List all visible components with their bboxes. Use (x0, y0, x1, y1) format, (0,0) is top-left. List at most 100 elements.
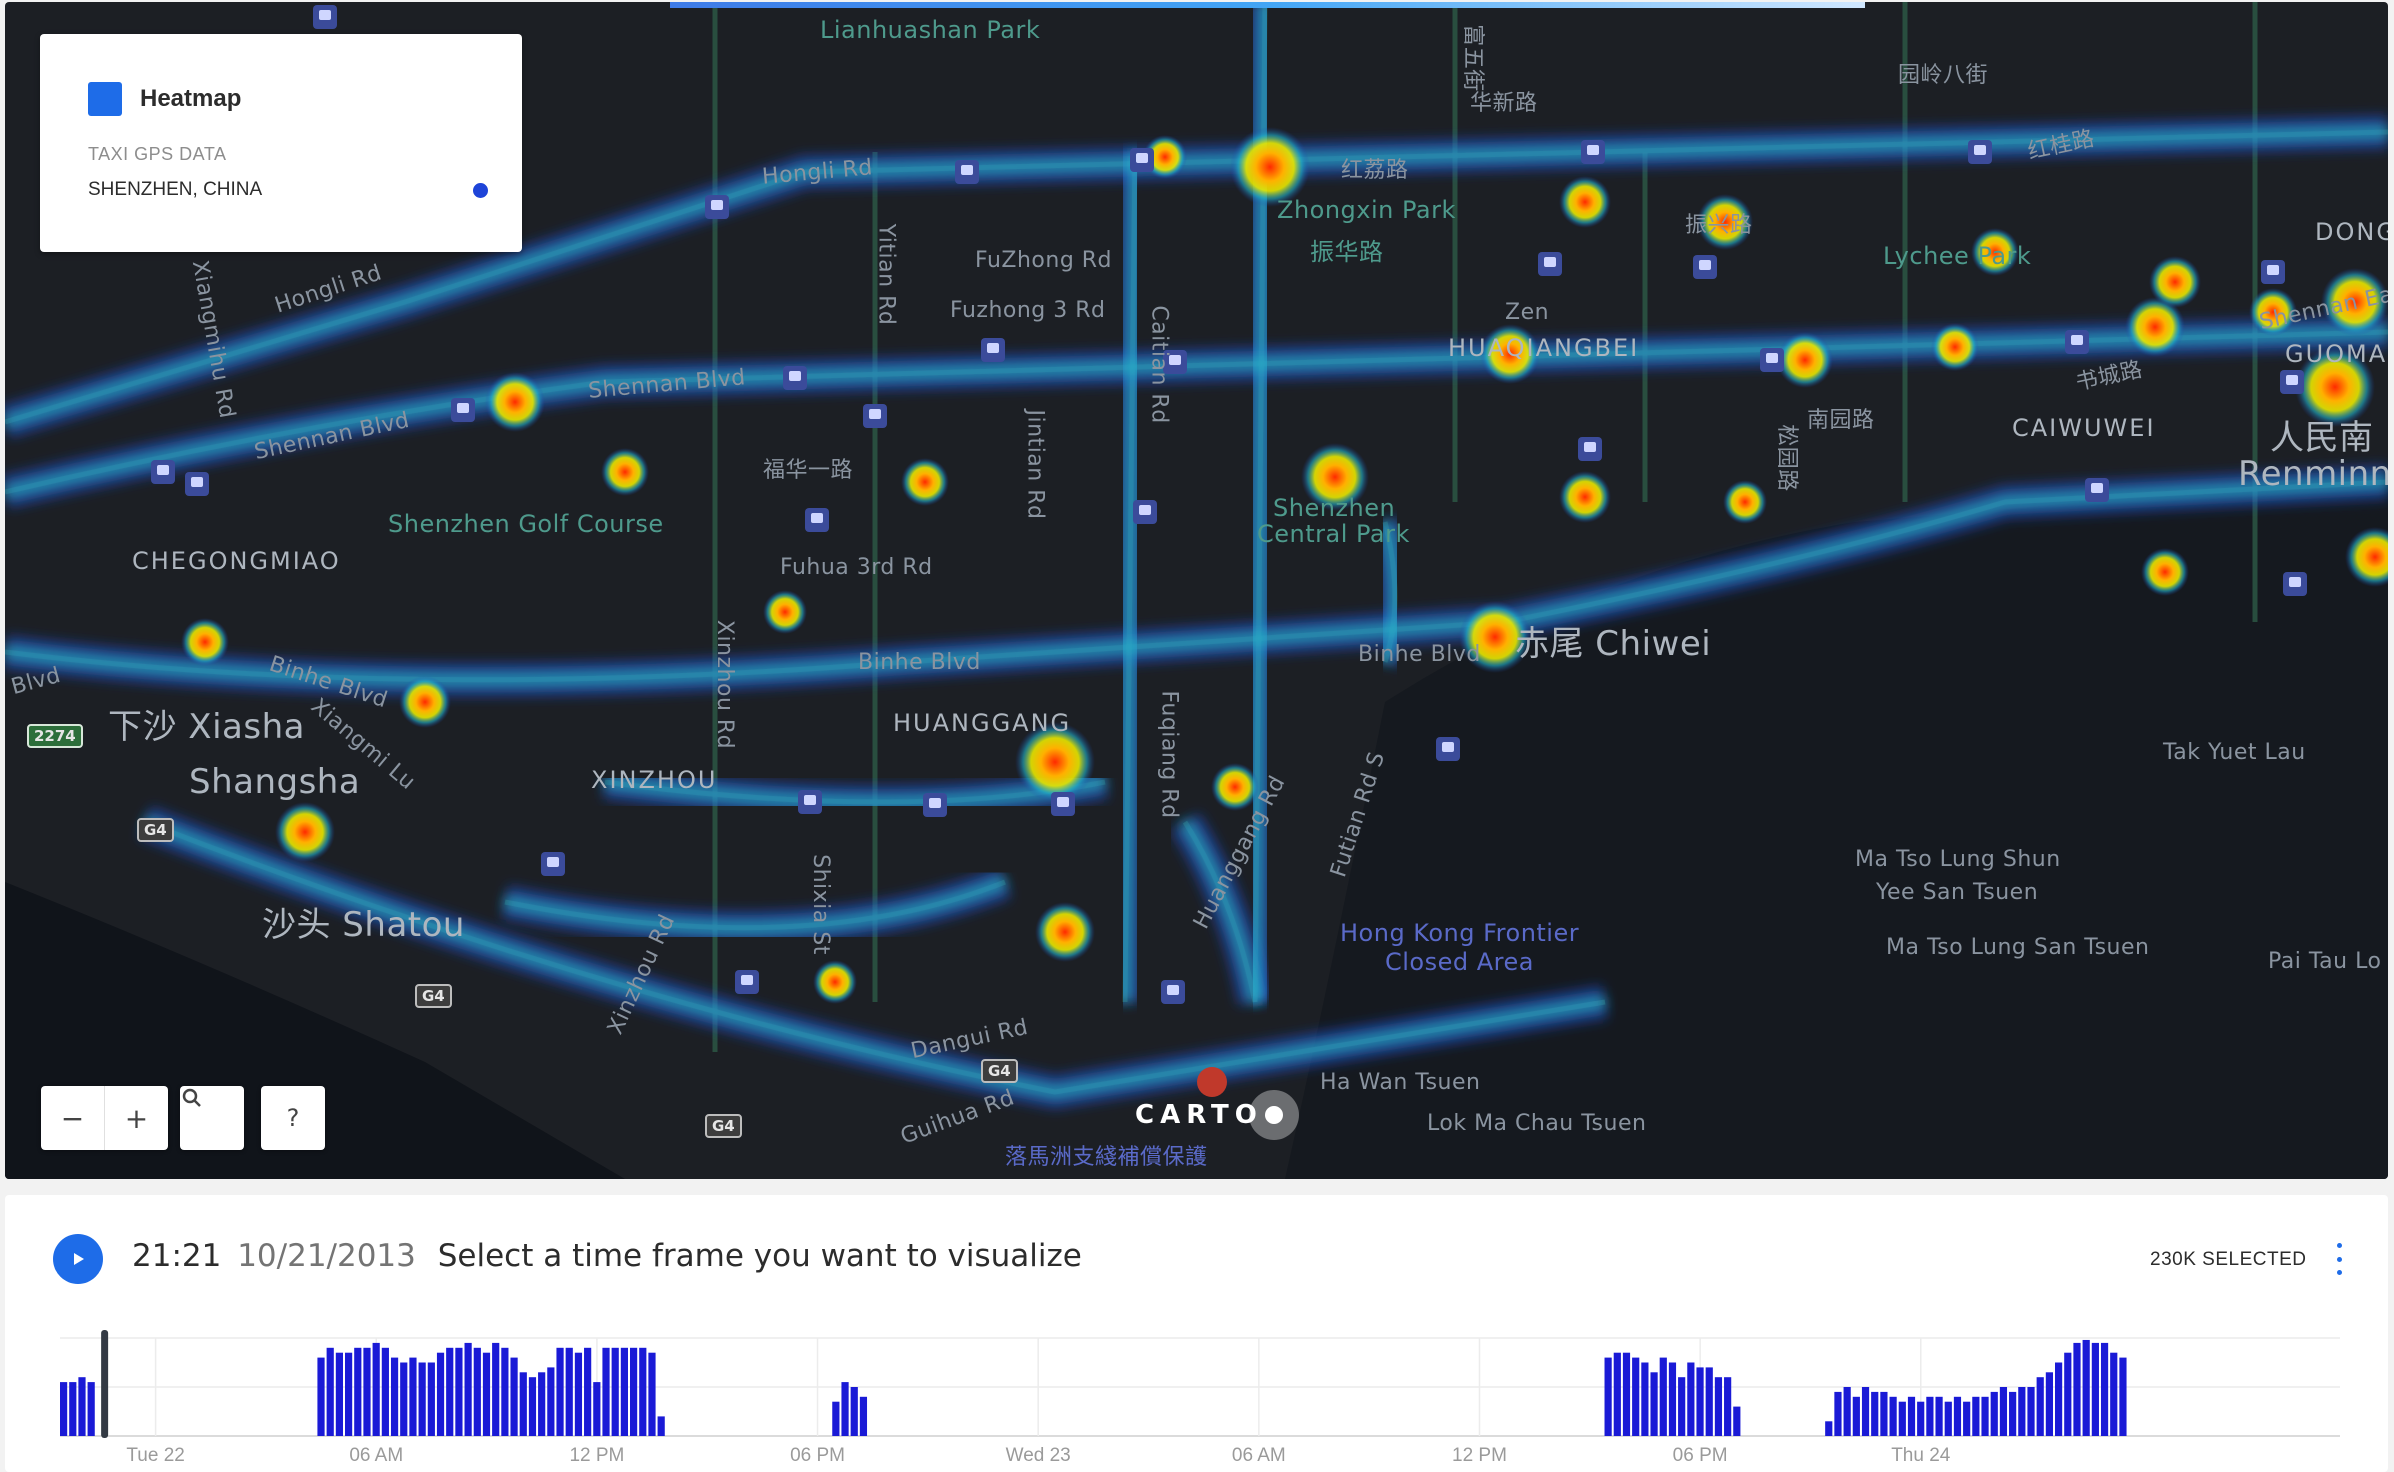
histogram-bar[interactable] (648, 1352, 656, 1436)
histogram-bar[interactable] (2045, 1372, 2053, 1436)
histogram-bar[interactable] (630, 1347, 638, 1436)
histogram-bar[interactable] (528, 1377, 537, 1436)
histogram-bar[interactable] (1678, 1377, 1686, 1436)
histogram-bar[interactable] (584, 1347, 592, 1436)
histogram-bar[interactable] (1963, 1401, 1971, 1436)
histogram-bar[interactable] (2119, 1357, 2127, 1436)
histogram-bar[interactable] (1907, 1396, 1916, 1436)
help-button[interactable]: ? (261, 1086, 325, 1150)
heatmap-map[interactable]: Lianhuashan Park Hongli Rd Hongli Rd FuZ… (5, 2, 2388, 1179)
histogram-bar[interactable] (1861, 1387, 1870, 1436)
histogram-bar[interactable] (464, 1342, 472, 1436)
histogram-bar[interactable] (78, 1377, 86, 1436)
histogram-bar[interactable] (620, 1347, 628, 1436)
histogram-bar[interactable] (446, 1347, 454, 1436)
histogram-bar[interactable] (2009, 1391, 2017, 1436)
histogram-bar[interactable] (473, 1347, 481, 1436)
histogram-bar[interactable] (87, 1382, 95, 1436)
histogram-bar[interactable] (1917, 1401, 1925, 1436)
histogram-bar[interactable] (1871, 1391, 1879, 1436)
histogram-bar[interactable] (547, 1367, 555, 1436)
histogram-bar[interactable] (2082, 1339, 2090, 1436)
histogram-bar[interactable] (1990, 1391, 1998, 1436)
histogram-bar[interactable] (1834, 1391, 1842, 1436)
histogram-bar[interactable] (69, 1382, 77, 1436)
histogram-bar[interactable] (1889, 1396, 1897, 1436)
histogram-bar[interactable] (1825, 1421, 1833, 1436)
histogram-bar[interactable] (372, 1342, 380, 1436)
search-button[interactable] (180, 1086, 244, 1150)
histogram-bar[interactable] (1705, 1367, 1713, 1436)
histogram-bar[interactable] (841, 1382, 849, 1436)
zoom-in-button[interactable]: + (105, 1086, 168, 1150)
histogram-bar[interactable] (1714, 1377, 1723, 1436)
histogram-bar[interactable] (510, 1357, 518, 1436)
histogram-bar[interactable] (436, 1352, 445, 1436)
histogram-bar[interactable] (1604, 1357, 1612, 1436)
histogram-bar[interactable] (2055, 1362, 2063, 1437)
histogram-bar[interactable] (1668, 1362, 1677, 1437)
histogram-bar[interactable] (2064, 1352, 2072, 1436)
histogram-bar[interactable] (335, 1352, 343, 1436)
histogram-bar[interactable] (593, 1382, 601, 1436)
histogram-bar[interactable] (354, 1347, 362, 1436)
histogram-bar[interactable] (381, 1347, 389, 1436)
histogram-bar[interactable] (565, 1347, 573, 1436)
histogram-bar[interactable] (345, 1352, 353, 1436)
histogram-bar[interactable] (1898, 1401, 1906, 1436)
histogram-bar[interactable] (1944, 1401, 1952, 1436)
histogram-bar[interactable] (1641, 1362, 1649, 1437)
histogram-bar[interactable] (2036, 1377, 2044, 1436)
layer-checkbox[interactable] (42, 38, 122, 116)
histogram-bar[interactable] (1724, 1377, 1732, 1436)
histogram-bar[interactable] (574, 1352, 583, 1436)
histogram-bar[interactable] (482, 1352, 491, 1436)
histogram-bar[interactable] (2073, 1342, 2081, 1436)
histogram-bar[interactable] (1632, 1357, 1640, 1436)
histogram-bar[interactable] (556, 1347, 564, 1436)
histogram-bar[interactable] (2091, 1342, 2099, 1436)
histogram-bar[interactable] (1687, 1362, 1695, 1437)
histogram-bar[interactable] (519, 1372, 527, 1436)
histogram-bar[interactable] (639, 1347, 647, 1436)
histogram-bar[interactable] (1981, 1396, 1989, 1436)
histogram-bar[interactable] (611, 1347, 619, 1436)
histogram-bar[interactable] (538, 1372, 546, 1436)
histogram-bar[interactable] (1935, 1396, 1943, 1436)
histogram-bar[interactable] (390, 1357, 399, 1436)
histogram-bar[interactable] (60, 1382, 68, 1436)
histogram-bar[interactable] (409, 1357, 417, 1436)
histogram-bar[interactable] (418, 1362, 426, 1437)
histogram-bar[interactable] (1650, 1372, 1658, 1436)
histogram-bar[interactable] (1622, 1352, 1631, 1436)
histogram-bar[interactable] (2027, 1387, 2035, 1436)
histogram-bar[interactable] (2018, 1387, 2026, 1436)
histogram-bar[interactable] (501, 1347, 509, 1436)
histogram-bar[interactable] (1613, 1352, 1621, 1436)
histogram-bar[interactable] (492, 1342, 500, 1436)
zoom-out-button[interactable]: − (41, 1086, 104, 1150)
histogram-bar[interactable] (1880, 1391, 1888, 1436)
histogram-bar[interactable] (363, 1347, 371, 1436)
timeline-cursor-handle[interactable] (101, 1330, 109, 1438)
histogram-bar[interactable] (326, 1347, 334, 1436)
histogram-bar[interactable] (400, 1362, 408, 1437)
histogram-bar[interactable] (1999, 1387, 2008, 1436)
histogram-bar[interactable] (1972, 1396, 1980, 1436)
histogram-bar[interactable] (850, 1387, 858, 1436)
histogram-bar[interactable] (2110, 1352, 2118, 1436)
histogram-bar[interactable] (1659, 1357, 1667, 1436)
histogram-bar[interactable] (1926, 1396, 1934, 1436)
histogram-bar[interactable] (602, 1347, 610, 1436)
histogram-bar[interactable] (1843, 1387, 1851, 1436)
histogram-bar[interactable] (1733, 1406, 1741, 1436)
histogram-bar[interactable] (1953, 1396, 1962, 1436)
histogram-bar[interactable] (859, 1396, 868, 1436)
histogram-bar[interactable] (2100, 1342, 2109, 1436)
histogram-bar[interactable] (455, 1347, 463, 1436)
histogram-bar[interactable] (832, 1401, 840, 1436)
histogram-bar[interactable] (1852, 1396, 1860, 1436)
time-histogram[interactable]: Tue 22 06 AM 12 PM 06 PM Wed 23 06 AM 12 PM 06 … (5, 1195, 2388, 1472)
histogram-bar[interactable] (427, 1362, 435, 1437)
histogram-bar[interactable] (1696, 1367, 1704, 1436)
